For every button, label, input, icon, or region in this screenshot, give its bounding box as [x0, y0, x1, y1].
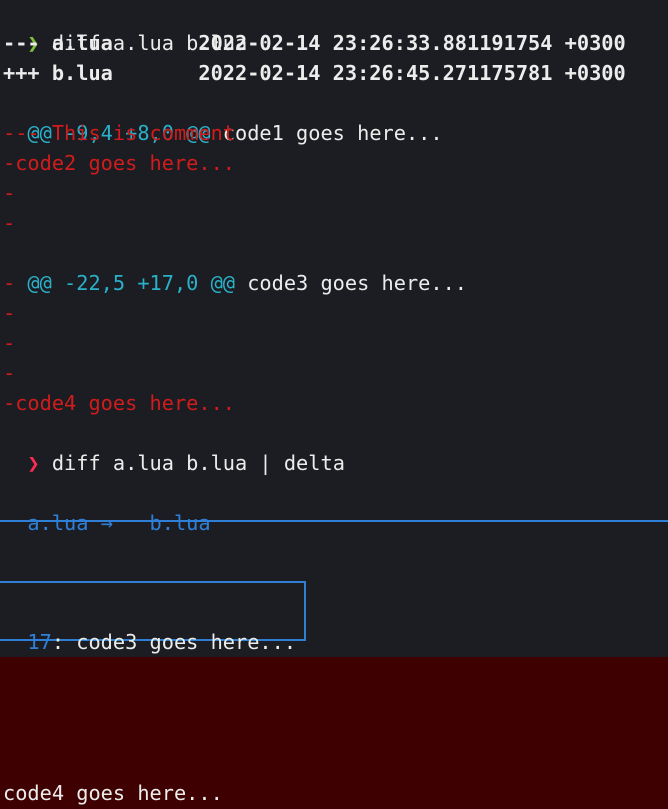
- removed-line: --- This is comment: [3, 121, 235, 145]
- delta-hunk-line-number: 17: [27, 630, 52, 654]
- removed-line: -code2 goes here...: [3, 151, 235, 175]
- removed-line: -: [3, 181, 16, 205]
- removed-line: -: [3, 271, 16, 295]
- delta-hunk-text: : code3 goes here...: [51, 630, 297, 654]
- removed-line: -: [3, 361, 16, 385]
- delta-file-header: a.lua → b.lua: [3, 478, 210, 535]
- removed-line: -: [3, 211, 16, 235]
- command-text: diff a.lua b.lua | delta: [39, 451, 345, 475]
- hunk-context: code3 goes here...: [235, 271, 467, 295]
- diff-header-new: +++ b.lua 2022-02-14 23:26:45.271175781 …: [3, 61, 626, 85]
- removed-line: -code4 goes here...: [3, 391, 235, 415]
- hunk-marker: @@ -22,5 +17,0 @@: [27, 271, 235, 295]
- hunk-header-1: @@ -9,4 +8,0 @@ code1 goes here...: [3, 88, 442, 145]
- command-line-1: ❯ diff a.lua b.lua: [3, 0, 247, 55]
- hunk-context: code1 goes here...: [210, 121, 443, 145]
- hunk-header-2: @@ -22,5 +17,0 @@ code3 goes here...: [3, 238, 467, 295]
- delta-removed-line: code4 goes here...: [3, 781, 223, 805]
- delta-file-new: b.lua: [149, 511, 211, 535]
- delta-file-divider: [0, 520, 668, 522]
- command-line-2: ❯ diff a.lua b.lua | delta: [3, 418, 344, 475]
- arrow-icon: →: [88, 511, 150, 535]
- removed-line: -: [3, 331, 16, 355]
- delta-hunk-header: 17: code3 goes here...: [3, 597, 296, 654]
- removed-line: -: [3, 301, 16, 325]
- prompt-symbol-error: ❯: [27, 451, 40, 475]
- delta-file-old: a.lua: [27, 511, 89, 535]
- diff-header-old: --- a.lua 2022-02-14 23:26:33.881191754 …: [3, 31, 626, 55]
